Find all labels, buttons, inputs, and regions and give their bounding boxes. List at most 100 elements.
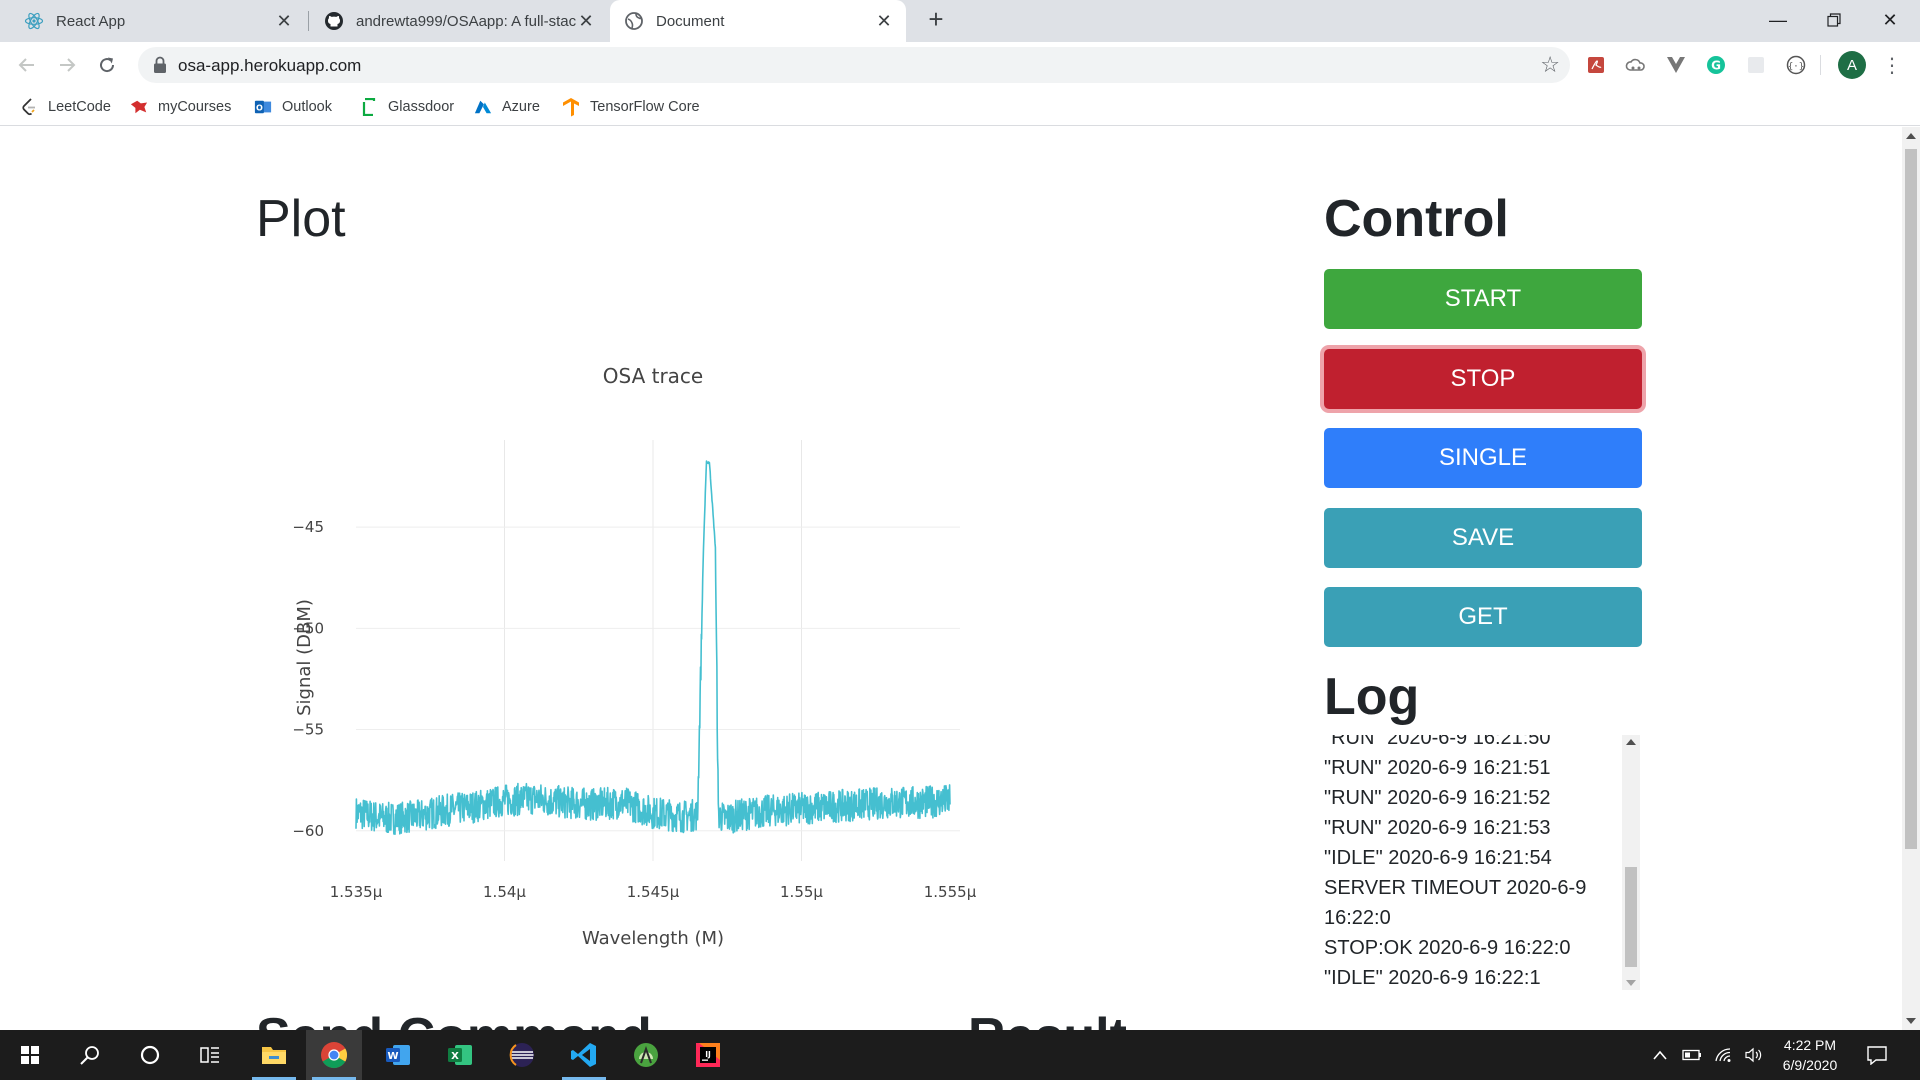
result-heading: Result xyxy=(968,1007,1127,1030)
taskbar-excel[interactable]: X xyxy=(432,1030,488,1080)
get-button[interactable]: GET xyxy=(1324,587,1642,647)
bookmarks-bar: LeetCode myCourses O Outlook Glassdoor A… xyxy=(0,88,1920,126)
close-tab-icon[interactable]: ✕ xyxy=(274,11,294,32)
outlook-icon: O xyxy=(254,98,272,116)
bookmark-outlook[interactable]: O Outlook xyxy=(254,94,332,120)
scroll-up-arrow-icon[interactable] xyxy=(1906,133,1916,139)
azure-icon xyxy=(474,98,492,116)
cloud-extension-icon[interactable] xyxy=(1624,53,1648,77)
log-entry: "RUN" 2020-6-9 16:21:51 xyxy=(1324,757,1551,779)
address-bar[interactable]: osa-app.herokuapp.com ☆ xyxy=(138,47,1570,83)
forward-button[interactable] xyxy=(52,50,82,80)
task-view-icon xyxy=(200,1047,219,1063)
svg-text:X: X xyxy=(451,1051,459,1062)
tab-react-app[interactable]: React App ✕ xyxy=(0,0,306,42)
pdf-extension-icon[interactable] xyxy=(1584,53,1608,77)
log-entry: "IDLE" 2020-6-9 16:21:54 xyxy=(1324,847,1552,869)
eclipse-icon xyxy=(509,1043,534,1067)
scroll-down-arrow-icon[interactable] xyxy=(1626,980,1636,986)
bookmark-leetcode[interactable]: LeetCode xyxy=(20,94,111,120)
tab-strip: React App ✕ andrewta999/OSAapp: A full-s… xyxy=(0,0,1920,42)
taskbar-file-explorer[interactable] xyxy=(246,1030,302,1080)
react-icon xyxy=(24,11,44,31)
y-tick-label: −55 xyxy=(292,721,324,739)
taskbar-clock[interactable]: 4:22 PM 6/9/2020 xyxy=(1760,1035,1860,1075)
show-hidden-icons-button[interactable] xyxy=(1652,1030,1668,1080)
battery-icon[interactable] xyxy=(1682,1030,1702,1080)
clock-time: 4:22 PM xyxy=(1783,1037,1837,1053)
scroll-down-arrow-icon[interactable] xyxy=(1906,1018,1916,1024)
taskbar-chrome[interactable] xyxy=(306,1030,362,1080)
bookmark-star-icon[interactable]: ☆ xyxy=(1540,52,1560,78)
code-extension-icon[interactable]: {·} xyxy=(1784,53,1808,77)
close-window-button[interactable]: ✕ xyxy=(1862,0,1918,40)
tiger-icon xyxy=(130,98,148,116)
chart-title: OSA trace xyxy=(603,364,703,388)
taskbar-intellij[interactable]: IJ xyxy=(680,1030,736,1080)
close-tab-icon[interactable]: ✕ xyxy=(576,11,596,32)
tab-document[interactable]: Document ✕ xyxy=(610,0,906,42)
tab-divider xyxy=(308,11,309,31)
single-button[interactable]: SINGLE xyxy=(1324,428,1642,488)
word-icon: W xyxy=(386,1045,410,1065)
start-button[interactable]: START xyxy=(1324,269,1642,329)
menu-kebab-icon[interactable]: ⋮ xyxy=(1880,53,1904,77)
windows-taskbar: W X IJ 4:22 PM 6/9/2020 xyxy=(0,1030,1920,1080)
excel-icon: X xyxy=(448,1045,472,1065)
bookmark-label: myCourses xyxy=(158,99,232,115)
scroll-up-arrow-icon[interactable] xyxy=(1626,739,1636,745)
tab-title: React App xyxy=(56,12,126,30)
back-button[interactable] xyxy=(12,50,42,80)
page-scrollbar[interactable] xyxy=(1902,127,1920,1030)
search-button[interactable] xyxy=(62,1030,118,1080)
x-tick-label: 1.535μ xyxy=(330,883,383,901)
arrow-left-icon xyxy=(18,58,34,72)
svg-text:{·}: {·} xyxy=(1788,62,1804,72)
wifi-icon[interactable] xyxy=(1714,1030,1734,1080)
reload-button[interactable] xyxy=(92,50,122,80)
vscode-icon xyxy=(571,1043,596,1067)
lock-icon xyxy=(154,56,166,73)
action-center-button[interactable] xyxy=(1866,1030,1888,1080)
windows-icon xyxy=(21,1046,39,1064)
log-panel[interactable]: "RUN" 2020-6-9 16:21:50 "RUN" 2020-6-9 16… xyxy=(1324,735,1640,990)
log-scroll-thumb[interactable] xyxy=(1625,867,1637,967)
send-command-heading: Send Command xyxy=(256,1007,652,1030)
start-menu-button[interactable] xyxy=(2,1030,58,1080)
bookmark-azure[interactable]: Azure xyxy=(474,94,540,120)
x-tick-label: 1.55μ xyxy=(780,883,823,901)
svg-text:IJ: IJ xyxy=(705,1050,711,1059)
arrow-right-icon xyxy=(60,58,76,72)
bookmark-mycourses[interactable]: myCourses xyxy=(130,94,231,120)
svg-text:W: W xyxy=(387,1051,398,1062)
bookmark-label: Glassdoor xyxy=(388,99,455,115)
glassdoor-icon xyxy=(360,98,378,116)
github-icon xyxy=(324,11,344,31)
restore-button[interactable] xyxy=(1806,0,1862,40)
taskbar-vscode[interactable] xyxy=(556,1030,612,1080)
y-axis-title: Signal (DBM) xyxy=(294,599,315,716)
bookmark-glassdoor[interactable]: Glassdoor xyxy=(360,94,454,120)
task-view-button[interactable] xyxy=(182,1030,238,1080)
grammarly-icon[interactable]: G xyxy=(1704,53,1728,77)
bookmark-label: LeetCode xyxy=(48,99,111,115)
tab-title: Document xyxy=(656,12,725,30)
log-scrollbar[interactable] xyxy=(1622,735,1640,990)
close-tab-icon[interactable]: ✕ xyxy=(874,11,894,32)
taskbar-eclipse[interactable] xyxy=(494,1030,550,1080)
taskbar-word[interactable]: W xyxy=(370,1030,426,1080)
vue-extension-icon[interactable] xyxy=(1664,53,1688,77)
cortana-button[interactable] xyxy=(122,1030,178,1080)
bookmark-tensorflow[interactable]: TensorFlow Core xyxy=(562,94,700,120)
taskbar-android-studio[interactable] xyxy=(618,1030,674,1080)
save-button[interactable]: SAVE xyxy=(1324,508,1642,568)
profile-avatar[interactable]: A xyxy=(1838,51,1866,79)
x-tick-label: 1.555μ xyxy=(924,883,977,901)
tab-github-osaapp[interactable]: andrewta999/OSAapp: A full-stac ✕ xyxy=(310,0,608,42)
blank-extension-icon[interactable] xyxy=(1744,53,1768,77)
stop-button[interactable]: STOP xyxy=(1324,349,1642,409)
minimize-button[interactable]: — xyxy=(1750,0,1806,40)
log-entry: "RUN" 2020-6-9 16:21:53 xyxy=(1324,817,1551,839)
new-tab-button[interactable]: + xyxy=(922,6,950,34)
page-scroll-thumb[interactable] xyxy=(1905,149,1917,849)
